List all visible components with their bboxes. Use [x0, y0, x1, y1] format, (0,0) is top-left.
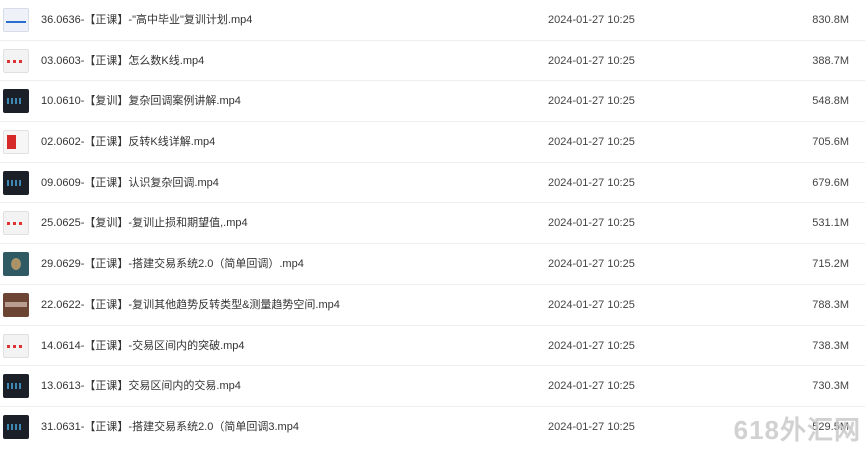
- file-row[interactable]: 22.0622-【正课】-复训其他趋势反转类型&测量趋势空间.mp4 2024-…: [0, 285, 865, 326]
- file-name[interactable]: 25.0625-【复训】-复训止损和期望值,.mp4: [41, 203, 248, 243]
- file-size: 830.8M: [812, 14, 849, 26]
- file-size: 788.3M: [812, 298, 849, 311]
- file-name[interactable]: 31.0631-【正课】-搭建交易系统2.0（简单回调3.mp4: [41, 407, 299, 447]
- file-row[interactable]: 14.0614-【正课】-交易区间内的突破.mp4 2024-01-27 10:…: [0, 326, 865, 367]
- file-row[interactable]: 02.0602-【正课】反转K线详解.mp4 2024-01-27 10:25 …: [0, 122, 865, 163]
- video-thumbnail[interactable]: [3, 252, 29, 277]
- video-thumbnail[interactable]: [3, 48, 29, 73]
- file-name[interactable]: 29.0629-【正课】-搭建交易系统2.0（简单回调）.mp4: [41, 244, 304, 284]
- file-date: 2024-01-27 10:25: [548, 298, 635, 311]
- video-thumbnail[interactable]: [3, 130, 29, 155]
- file-size: 738.3M: [812, 339, 849, 352]
- file-row[interactable]: 29.0629-【正课】-搭建交易系统2.0（简单回调）.mp4 2024-01…: [0, 244, 865, 285]
- video-thumbnail[interactable]: [3, 414, 29, 439]
- file-row[interactable]: 36.0636-【正课】-"高中毕业"复训计划.mp4 2024-01-27 1…: [0, 0, 865, 41]
- file-size: 730.3M: [812, 380, 849, 393]
- file-row[interactable]: 13.0613-【正课】交易区间内的交易.mp4 2024-01-27 10:2…: [0, 366, 865, 407]
- file-date: 2024-01-27 10:25: [548, 136, 635, 149]
- watermark: 618外汇网: [733, 415, 861, 445]
- file-date: 2024-01-27 10:25: [548, 54, 635, 67]
- file-date: 2024-01-27 10:25: [548, 176, 635, 189]
- video-thumbnail[interactable]: [3, 333, 29, 358]
- file-name[interactable]: 22.0622-【正课】-复训其他趋势反转类型&测量趋势空间.mp4: [41, 285, 340, 325]
- file-size: 679.6M: [812, 176, 849, 189]
- file-size: 388.7M: [812, 54, 849, 67]
- file-row[interactable]: 03.0603-【正课】怎么数K线.mp4 2024-01-27 10:25 3…: [0, 41, 865, 82]
- file-size: 531.1M: [812, 217, 849, 230]
- file-row[interactable]: 09.0609-【正课】认识复杂回调.mp4 2024-01-27 10:25 …: [0, 163, 865, 204]
- file-date: 2024-01-27 10:25: [548, 380, 635, 393]
- file-name[interactable]: 10.0610-【复训】复杂回调案例讲解.mp4: [41, 81, 241, 121]
- video-thumbnail[interactable]: [3, 292, 29, 317]
- file-size: 715.2M: [812, 258, 849, 271]
- video-thumbnail[interactable]: [3, 211, 29, 236]
- file-name[interactable]: 36.0636-【正课】-"高中毕业"复训计划.mp4: [41, 0, 252, 40]
- file-date: 2024-01-27 10:25: [548, 339, 635, 352]
- video-thumbnail[interactable]: [3, 170, 29, 195]
- file-date: 2024-01-27 10:25: [548, 420, 635, 433]
- file-name[interactable]: 09.0609-【正课】认识复杂回调.mp4: [41, 163, 219, 203]
- video-thumbnail[interactable]: [3, 374, 29, 399]
- video-thumbnail[interactable]: [3, 8, 29, 32]
- file-row[interactable]: 25.0625-【复训】-复训止损和期望值,.mp4 2024-01-27 10…: [0, 203, 865, 245]
- file-name[interactable]: 14.0614-【正课】-交易区间内的突破.mp4: [41, 326, 245, 366]
- file-size: 705.6M: [812, 136, 849, 149]
- file-name[interactable]: 03.0603-【正课】怎么数K线.mp4: [41, 41, 204, 81]
- file-date: 2024-01-27 10:25: [548, 14, 635, 26]
- file-date: 2024-01-27 10:25: [548, 95, 635, 108]
- file-date: 2024-01-27 10:25: [548, 217, 635, 230]
- file-size: 548.8M: [812, 95, 849, 108]
- file-name[interactable]: 02.0602-【正课】反转K线详解.mp4: [41, 122, 215, 162]
- file-list: 36.0636-【正课】-"高中毕业"复训计划.mp4 2024-01-27 1…: [0, 0, 865, 448]
- file-date: 2024-01-27 10:25: [548, 258, 635, 271]
- video-thumbnail[interactable]: [3, 89, 29, 114]
- file-name[interactable]: 13.0613-【正课】交易区间内的交易.mp4: [41, 366, 241, 406]
- file-row[interactable]: 10.0610-【复训】复杂回调案例讲解.mp4 2024-01-27 10:2…: [0, 81, 865, 123]
